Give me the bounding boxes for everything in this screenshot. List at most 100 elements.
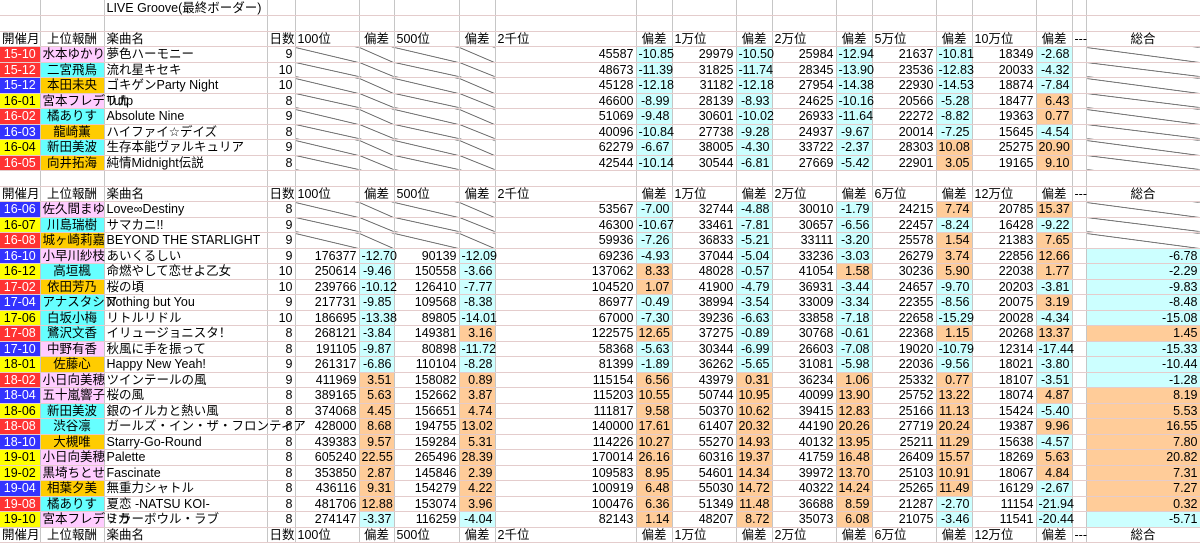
separator-cell[interactable] (1072, 46, 1087, 63)
border-score-cell[interactable]: 51069 (495, 108, 637, 125)
total-deviation-cell[interactable]: -10.44 (1086, 356, 1200, 373)
deviation-cell[interactable]: -9.85 (359, 294, 395, 311)
days-cell[interactable]: 8 (267, 434, 296, 450)
empty-deviation-cell[interactable] (459, 217, 496, 233)
border-score-cell[interactable]: 153074 (394, 496, 460, 512)
border-score-cell[interactable]: 48028 (672, 263, 737, 280)
border-score-cell[interactable]: 481706 (295, 496, 360, 512)
border-score-cell[interactable]: 28303 (872, 139, 937, 156)
deviation-cell[interactable]: 1.77 (1036, 263, 1073, 280)
empty-total-cell[interactable] (1086, 139, 1200, 156)
empty-deviation-cell[interactable] (359, 139, 395, 156)
border-score-cell[interactable]: 439383 (295, 434, 360, 450)
empty-border-cell[interactable] (394, 77, 460, 94)
border-score-cell[interactable]: 21287 (872, 496, 937, 512)
deviation-cell[interactable]: -12.94 (836, 46, 874, 63)
border-score-cell[interactable]: 36833 (672, 232, 737, 249)
month-cell[interactable]: 16-10 (0, 248, 41, 264)
border-score-cell[interactable]: 110104 (394, 356, 460, 373)
deviation-cell[interactable]: -2.68 (1036, 46, 1073, 63)
song-name-cell[interactable]: ガールズ・イン・ザ・フロンティア (104, 418, 306, 435)
total-deviation-cell[interactable]: 7.27 (1086, 480, 1200, 497)
border-score-cell[interactable]: 152662 (394, 387, 460, 404)
separator-cell[interactable] (1072, 387, 1087, 404)
border-score-cell[interactable]: 176377 (295, 248, 360, 264)
deviation-cell[interactable]: 7.74 (936, 201, 973, 218)
border-score-cell[interactable]: 16129 (972, 480, 1037, 497)
days-cell[interactable]: 9 (267, 108, 296, 125)
column-header[interactable]: 上位報酬 (40, 186, 105, 202)
border-score-cell[interactable]: 23536 (872, 62, 937, 78)
empty-deviation-cell[interactable] (359, 108, 395, 125)
border-score-cell[interactable]: 137062 (495, 263, 637, 280)
empty-deviation-cell[interactable] (359, 232, 395, 249)
border-score-cell[interactable]: 100476 (495, 496, 637, 512)
separator-cell[interactable] (1072, 155, 1087, 171)
column-header[interactable]: 偏差 (936, 527, 973, 543)
deviation-cell[interactable]: -8.93 (736, 93, 773, 109)
border-score-cell[interactable]: 30344 (672, 341, 737, 357)
month-cell[interactable]: 19-08 (0, 496, 41, 512)
deviation-cell[interactable]: -3.37 (359, 511, 395, 528)
table-row[interactable]: 16-10 小早川紗枝 あいくるしい 9 176377 -12.70 90139 -12.09… (0, 248, 1200, 264)
border-score-cell[interactable]: 33009 (772, 294, 837, 311)
table-row[interactable]: 17-02 依田芳乃 桜の頃 10 239766 -10.12 126410 -7.77 104… (0, 279, 1200, 295)
column-header[interactable]: 100位 (295, 527, 360, 543)
border-score-cell[interactable]: 30657 (772, 217, 837, 233)
deviation-cell[interactable]: -5.28 (936, 93, 973, 109)
border-score-cell[interactable]: 33236 (772, 248, 837, 264)
song-name-cell[interactable]: Nothing but You (104, 294, 268, 311)
empty-cell[interactable] (772, 15, 837, 32)
days-cell[interactable]: 10 (267, 263, 296, 280)
border-score-cell[interactable]: 33461 (672, 217, 737, 233)
empty-cell[interactable] (736, 170, 773, 187)
deviation-cell[interactable]: -3.54 (736, 294, 773, 311)
deviation-cell[interactable]: -12.18 (636, 77, 674, 94)
reward-idol-cell[interactable]: 水本ゆかり (40, 46, 105, 63)
deviation-cell[interactable]: 2.87 (359, 465, 395, 481)
empty-border-cell[interactable] (295, 201, 360, 218)
separator-cell[interactable] (1072, 325, 1087, 342)
border-score-cell[interactable]: 28345 (772, 62, 837, 78)
deviation-cell[interactable]: -2.67 (1036, 480, 1073, 497)
deviation-cell[interactable]: 8.72 (736, 511, 773, 528)
deviation-cell[interactable]: -15.29 (936, 310, 974, 326)
deviation-cell[interactable]: -3.34 (836, 294, 873, 311)
border-score-cell[interactable]: 41900 (672, 279, 737, 295)
border-score-cell[interactable]: 45587 (495, 46, 637, 63)
empty-cell[interactable] (1072, 170, 1087, 187)
deviation-cell[interactable]: 6.48 (636, 480, 673, 497)
border-score-cell[interactable]: 22272 (872, 108, 937, 125)
empty-deviation-cell[interactable] (459, 62, 496, 78)
days-cell[interactable]: 8 (267, 387, 296, 404)
border-score-cell[interactable]: 18021 (972, 356, 1037, 373)
deviation-cell[interactable]: -7.25 (936, 124, 973, 140)
deviation-cell[interactable]: -5.40 (1036, 403, 1073, 419)
deviation-cell[interactable]: -4.79 (736, 279, 773, 295)
border-score-cell[interactable]: 109583 (495, 465, 637, 481)
deviation-cell[interactable]: 22.55 (359, 449, 395, 466)
deviation-cell[interactable]: 4.22 (459, 480, 496, 497)
song-name-cell[interactable]: イリュージョニスタ！ (104, 325, 268, 342)
month-cell[interactable]: 16-03 (0, 124, 41, 140)
deviation-cell[interactable]: -5.21 (736, 232, 773, 249)
empty-cell[interactable] (295, 0, 360, 16)
song-name-cell[interactable]: 銀のイルカと熱い風 (104, 403, 268, 419)
border-score-cell[interactable]: 33722 (772, 139, 837, 156)
deviation-cell[interactable]: -7.30 (636, 310, 673, 326)
empty-cell[interactable] (394, 0, 460, 16)
days-cell[interactable]: 8 (267, 449, 296, 466)
table-row[interactable]: 18-04 五十嵐響子 桜の風 8 389165 5.63 152662 3.87 115203… (0, 387, 1200, 404)
border-score-cell[interactable]: 186695 (295, 310, 360, 326)
border-score-cell[interactable]: 140000 (495, 418, 637, 435)
deviation-cell[interactable]: -4.30 (736, 139, 773, 156)
empty-cell[interactable] (1086, 170, 1200, 187)
empty-deviation-cell[interactable] (459, 93, 496, 109)
empty-cell[interactable] (40, 170, 105, 187)
column-header[interactable]: --- (1072, 527, 1087, 543)
deviation-cell[interactable]: -8.24 (936, 217, 973, 233)
deviation-cell[interactable]: -4.32 (1036, 62, 1073, 78)
reward-idol-cell[interactable]: 新田美波 (40, 139, 105, 156)
border-score-cell[interactable]: 40322 (772, 480, 837, 497)
deviation-cell[interactable]: -2.37 (836, 139, 873, 156)
